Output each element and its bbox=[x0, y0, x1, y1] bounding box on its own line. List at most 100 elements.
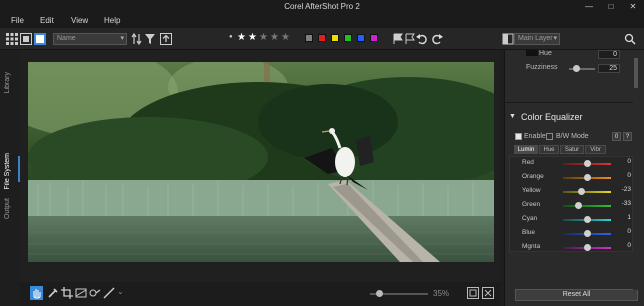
rating-star-1[interactable]: ★ bbox=[237, 32, 246, 43]
fuzziness-label: Fuzziness bbox=[526, 64, 558, 71]
line-tool-icon[interactable] bbox=[103, 287, 115, 299]
fuzziness-value[interactable]: 25 bbox=[598, 64, 620, 73]
hue-value[interactable]: 0 bbox=[598, 50, 620, 59]
color-label-2[interactable] bbox=[318, 34, 326, 42]
tab-satur[interactable]: Satur bbox=[560, 145, 584, 154]
reset-all-button[interactable]: Reset All bbox=[515, 289, 638, 301]
eq-label: Cyan bbox=[522, 215, 538, 222]
eq-value[interactable]: 0 bbox=[613, 228, 631, 235]
maximize-button[interactable]: □ bbox=[600, 0, 622, 14]
color-label-6[interactable] bbox=[370, 34, 378, 42]
left-tab-strip: Library File System Output bbox=[0, 50, 20, 282]
reject-dot-icon[interactable]: ● bbox=[229, 34, 233, 40]
export-icon[interactable] bbox=[160, 33, 172, 45]
fuzziness-slider[interactable] bbox=[569, 65, 595, 72]
zoom-slider-knob[interactable] bbox=[375, 290, 383, 297]
rating-star-5[interactable]: ★ bbox=[281, 32, 290, 43]
layer-dropdown[interactable]: Main Layer ▾ bbox=[514, 33, 560, 45]
search-icon[interactable] bbox=[624, 33, 636, 45]
chevron-down-icon: ▾ bbox=[553, 35, 557, 42]
color-label-3[interactable] bbox=[331, 34, 339, 42]
zoom-slider[interactable] bbox=[370, 290, 428, 297]
fuzziness-slider-knob[interactable] bbox=[573, 65, 580, 72]
eq-value[interactable]: 0 bbox=[613, 242, 631, 249]
eq-slider-knob[interactable] bbox=[583, 160, 591, 167]
bw-mode-checkbox[interactable] bbox=[546, 133, 553, 140]
eq-label: Mgnta bbox=[522, 243, 541, 250]
filmstrip-view-icon[interactable] bbox=[20, 33, 32, 45]
straighten-icon[interactable] bbox=[75, 287, 87, 299]
enable-checkbox[interactable] bbox=[515, 133, 522, 140]
flag-pick-icon[interactable] bbox=[392, 33, 404, 45]
eq-slider[interactable] bbox=[563, 216, 611, 223]
flag-reject-icon[interactable] bbox=[404, 33, 416, 45]
section-divider bbox=[504, 102, 633, 103]
title-bar: Corel AfterShot Pro 2 — □ ✕ bbox=[0, 0, 644, 14]
heal-brush-icon[interactable] bbox=[89, 287, 101, 299]
layers-icon[interactable] bbox=[502, 33, 514, 45]
menu-view[interactable]: View bbox=[71, 16, 88, 25]
eq-slider[interactable] bbox=[563, 188, 611, 195]
fit-to-screen-icon[interactable] bbox=[467, 287, 479, 299]
eq-slider-knob[interactable] bbox=[583, 230, 591, 237]
eq-slider[interactable] bbox=[563, 160, 611, 167]
panel-scrollbar[interactable] bbox=[633, 50, 639, 290]
menu-file[interactable]: File bbox=[11, 16, 24, 25]
tab-lumin[interactable]: Lumin bbox=[514, 145, 538, 154]
tab-library[interactable]: Library bbox=[4, 72, 11, 93]
enable-label: Enable bbox=[524, 133, 546, 140]
menu-help[interactable]: Help bbox=[104, 16, 120, 25]
rating-star-4[interactable]: ★ bbox=[270, 32, 279, 43]
crop-icon[interactable] bbox=[61, 287, 73, 299]
help-button[interactable]: ? bbox=[623, 132, 632, 141]
color-label-1[interactable] bbox=[305, 34, 313, 42]
scrollbar-thumb[interactable] bbox=[634, 58, 638, 88]
tab-file-system[interactable]: File System bbox=[4, 153, 11, 190]
color-label-5[interactable] bbox=[357, 34, 365, 42]
image-canvas[interactable] bbox=[20, 50, 500, 282]
eq-value[interactable]: -23 bbox=[613, 186, 631, 193]
eq-slider[interactable] bbox=[563, 202, 611, 209]
eq-slider-knob[interactable] bbox=[575, 202, 583, 209]
eq-slider-knob[interactable] bbox=[583, 174, 591, 181]
eq-value[interactable]: 0 bbox=[613, 158, 631, 165]
eyedropper-icon[interactable] bbox=[47, 287, 59, 299]
eq-row-orange: Orange 0 bbox=[509, 172, 632, 184]
photo-preview[interactable] bbox=[28, 62, 494, 262]
eq-value[interactable]: -33 bbox=[613, 200, 631, 207]
eq-slider[interactable] bbox=[563, 244, 611, 251]
close-button[interactable]: ✕ bbox=[622, 0, 644, 14]
tab-vibr[interactable]: Vibr bbox=[585, 145, 606, 154]
eq-slider-knob[interactable] bbox=[583, 244, 591, 251]
eq-label: Green bbox=[522, 201, 541, 208]
rotate-right-icon[interactable] bbox=[431, 33, 443, 45]
eq-slider-knob[interactable] bbox=[583, 216, 591, 223]
color-label-4[interactable] bbox=[344, 34, 352, 42]
tab-output[interactable]: Output bbox=[4, 198, 11, 219]
eq-value[interactable]: 1 bbox=[613, 214, 631, 221]
chevron-down-icon[interactable]: ⌄ bbox=[117, 287, 124, 296]
single-view-icon[interactable] bbox=[34, 33, 46, 45]
bw-mode-label: B/W Mode bbox=[556, 133, 589, 140]
sort-order-icon[interactable] bbox=[131, 33, 143, 45]
hand-tool-icon[interactable] bbox=[30, 286, 43, 300]
sort-dropdown[interactable]: Name ▾ bbox=[53, 33, 127, 45]
hue-swatch bbox=[526, 50, 538, 56]
eq-slider-knob[interactable] bbox=[577, 188, 585, 195]
eq-row-yellow: Yellow -23 bbox=[509, 186, 632, 198]
minimize-button[interactable]: — bbox=[578, 0, 600, 14]
rating-star-2[interactable]: ★ bbox=[248, 32, 257, 43]
grid-view-icon[interactable] bbox=[6, 33, 18, 45]
menu-edit[interactable]: Edit bbox=[40, 16, 54, 25]
eq-slider[interactable] bbox=[563, 230, 611, 237]
eq-label: Blue bbox=[522, 229, 536, 236]
tab-hue[interactable]: Hue bbox=[539, 145, 559, 154]
collapse-arrow-icon[interactable]: ▼ bbox=[509, 113, 516, 120]
rotate-left-icon[interactable] bbox=[416, 33, 428, 45]
counter-badge: 0 bbox=[612, 132, 621, 141]
filter-icon[interactable] bbox=[144, 33, 156, 45]
eq-slider[interactable] bbox=[563, 174, 611, 181]
eq-value[interactable]: 0 bbox=[613, 172, 631, 179]
fullscreen-icon[interactable] bbox=[482, 287, 494, 299]
rating-star-3[interactable]: ★ bbox=[259, 32, 268, 43]
